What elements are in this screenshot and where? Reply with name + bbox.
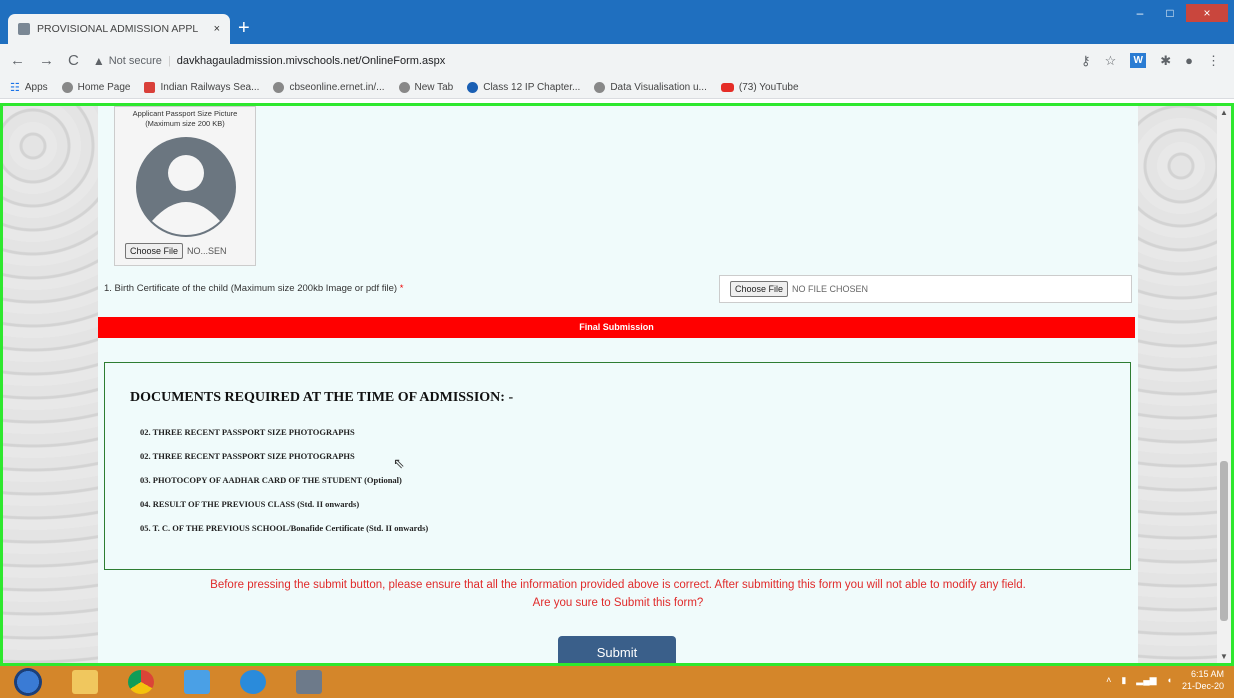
left-decorative-pattern	[3, 106, 98, 663]
app-icon[interactable]	[296, 670, 322, 694]
birth-choose-file-button[interactable]: Choose File	[730, 281, 789, 297]
new-tab-button[interactable]: +	[238, 16, 250, 40]
submit-warning: Before pressing the submit button, pleas…	[98, 576, 1138, 612]
taskbar-clock[interactable]: 6:15 AM 21-Dec-20	[1182, 668, 1224, 692]
word-extension-icon[interactable]: W	[1130, 53, 1147, 68]
menu-kebab-icon[interactable]: ⋮	[1207, 53, 1220, 69]
default-avatar-icon	[136, 137, 236, 237]
form-content: Applicant Passport Size Picture (Maximum…	[98, 106, 1138, 663]
scrollbar-thumb[interactable]	[1220, 461, 1228, 621]
scroll-down-arrow-icon[interactable]: ▼	[1220, 652, 1228, 661]
back-arrow-icon[interactable]: ←	[10, 52, 25, 69]
bookmark-new-tab[interactable]: New Tab	[398, 82, 453, 93]
user-app-icon[interactable]	[184, 670, 210, 694]
document-item: 03. PHOTOCOPY OF AADHAR CARD OF THE STUD…	[140, 475, 402, 485]
youtube-icon	[720, 83, 734, 92]
photo-caption: Applicant Passport Size Picture (Maximum…	[132, 109, 238, 128]
birth-file-status: NO FILE CHOSEN	[792, 284, 869, 294]
photo-file-input[interactable]: Choose File NO...SEN	[125, 243, 227, 259]
bookmark-class-12-ip[interactable]: Class 12 IP Chapter...	[467, 82, 580, 93]
right-decorative-pattern	[1131, 106, 1217, 663]
document-item: 02. THREE RECENT PASSPORT SIZE PHOTOGRAP…	[140, 427, 355, 437]
bookmark-home-page[interactable]: Home Page	[61, 82, 130, 93]
signal-icon[interactable]: ▂▄▆	[1136, 675, 1156, 686]
url-text[interactable]: davkhagauladmission.mivschools.net/Onlin…	[177, 55, 445, 67]
tab-title: PROVISIONAL ADMISSION APPL	[37, 23, 199, 35]
apps-grid-icon: ☷	[10, 82, 20, 94]
photo-choose-file-button[interactable]: Choose File	[125, 243, 184, 259]
globe-icon	[273, 82, 285, 93]
birth-certificate-label: 1. Birth Certificate of the child (Maxim…	[104, 283, 404, 294]
photo-file-status: NO...SEN	[187, 246, 227, 256]
warning-line-2: Are you sure to Submit this form?	[532, 597, 704, 609]
page-viewport: Applicant Passport Size Picture (Maximum…	[0, 103, 1234, 666]
submit-button[interactable]: Submit	[558, 636, 676, 663]
maximize-button[interactable]: □	[1156, 4, 1184, 22]
bookmark-data-visualisation[interactable]: Data Visualisation u...	[594, 82, 707, 93]
reload-icon[interactable]: C	[68, 52, 79, 69]
url-omnibox[interactable]: ▲ Not secure | davkhagauladmission.mivsc…	[93, 54, 445, 68]
bookmark-apps[interactable]: ☷ Apps	[10, 81, 48, 94]
bookmarks-bar: ☷ Apps Home Page Indian Railways Sea... c…	[0, 77, 1234, 99]
tab-close-icon[interactable]: ×	[214, 23, 220, 35]
star-bookmark-icon[interactable]: ☆	[1105, 53, 1117, 69]
mouse-cursor-icon: ⇖	[393, 455, 405, 471]
documents-required-box: DOCUMENTS REQUIRED AT THE TIME OF ADMISS…	[104, 362, 1131, 570]
document-item: 05. T. C. OF THE PREVIOUS SCHOOL/Bonafid…	[140, 523, 429, 533]
document-item: 04. RESULT OF THE PREVIOUS CLASS (Std. I…	[140, 499, 360, 509]
bookmark-youtube[interactable]: (73) YouTube	[720, 82, 799, 93]
network-icon[interactable]: ▮	[1121, 675, 1126, 686]
forward-arrow-icon[interactable]: →	[39, 52, 54, 69]
edge-icon[interactable]	[240, 670, 266, 694]
browser-tab[interactable]: PROVISIONAL ADMISSION APPL ×	[8, 14, 230, 44]
railway-icon	[144, 82, 156, 93]
globe-icon	[398, 82, 410, 93]
page-favicon-icon	[18, 23, 30, 35]
browser-titlebar: PROVISIONAL ADMISSION APPL × + – □ ×	[0, 0, 1234, 44]
bookmark-cbseonline[interactable]: cbseonline.ernet.in/...	[273, 82, 385, 93]
windows-taskbar: ˄ ▮ ▂▄▆ ◖ 6:15 AM 21-Dec-20	[0, 666, 1234, 698]
vertical-scrollbar[interactable]: ▲ ▼	[1217, 106, 1231, 663]
profile-avatar-icon[interactable]: ●	[1185, 53, 1193, 69]
close-window-button[interactable]: ×	[1186, 4, 1228, 22]
blue-circle-icon	[467, 82, 479, 93]
warning-line-1: Before pressing the submit button, pleas…	[210, 579, 1026, 591]
documents-heading: DOCUMENTS REQUIRED AT THE TIME OF ADMISS…	[130, 390, 514, 405]
volume-icon[interactable]: ◖	[1167, 675, 1172, 685]
windows-start-button[interactable]	[14, 668, 42, 696]
globe-icon	[594, 82, 606, 93]
key-icon[interactable]: ⚷	[1081, 53, 1091, 69]
minimize-button[interactable]: –	[1126, 4, 1154, 22]
extensions-puzzle-icon[interactable]: ✱	[1160, 53, 1171, 69]
address-bar: ← → C ▲ Not secure | davkhagauladmission…	[0, 44, 1234, 77]
final-submission-header: Final Submission	[98, 317, 1135, 338]
scroll-up-arrow-icon[interactable]: ▲	[1220, 108, 1228, 117]
bookmark-indian-railways[interactable]: Indian Railways Sea...	[144, 82, 259, 93]
tray-chevron-icon[interactable]: ˄	[1106, 675, 1111, 685]
security-label: Not secure	[108, 54, 162, 67]
birth-certificate-file-input[interactable]: Choose File NO FILE CHOSEN	[719, 275, 1132, 303]
globe-icon	[61, 82, 73, 93]
system-tray: ˄ ▮ ▂▄▆ ◖ 6:15 AM 21-Dec-20	[1106, 668, 1224, 692]
document-item: 02. THREE RECENT PASSPORT SIZE PHOTOGRAP…	[140, 451, 355, 461]
file-explorer-icon[interactable]	[72, 670, 98, 694]
warning-triangle-icon[interactable]: ▲	[93, 54, 105, 68]
photo-upload-box: Applicant Passport Size Picture (Maximum…	[114, 106, 256, 266]
required-asterisk: *	[399, 283, 404, 294]
chrome-icon[interactable]	[128, 670, 154, 694]
